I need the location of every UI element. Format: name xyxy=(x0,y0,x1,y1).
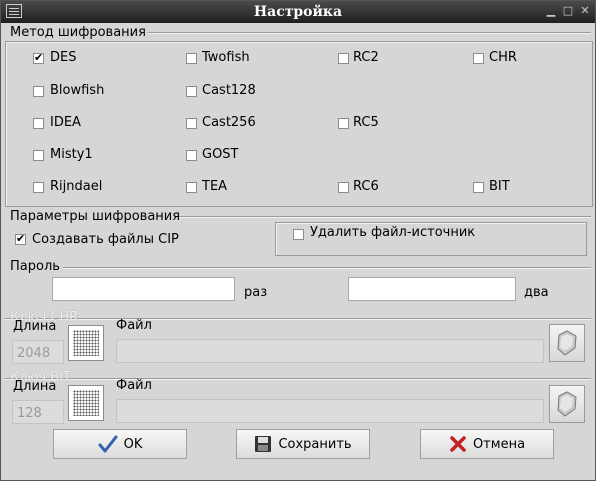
checkmark-icon xyxy=(98,435,118,453)
delete-source-label: Удалить файл-источник xyxy=(310,225,476,240)
password-group-line xyxy=(63,267,591,269)
bit-browse-button[interactable] xyxy=(549,385,585,423)
bit-label: BIT xyxy=(489,179,510,194)
chr-length-input[interactable]: 2048 xyxy=(12,340,64,364)
password-suffix-2: два xyxy=(524,285,549,300)
gost-checkbox[interactable] xyxy=(186,150,197,161)
close-button[interactable]: ✕ xyxy=(579,5,591,17)
bit-key-group-line xyxy=(5,378,591,380)
rc6-label: RC6 xyxy=(353,179,379,194)
save-label: Сохранить xyxy=(278,436,352,452)
misty1-label: Misty1 xyxy=(50,147,93,162)
gost-label: GOST xyxy=(202,147,239,162)
twofish-checkbox[interactable] xyxy=(186,53,197,64)
cast128-checkbox[interactable] xyxy=(186,86,197,97)
rc2-checkbox[interactable] xyxy=(338,53,349,64)
create-cip-label: Создавать файлы CIP xyxy=(32,232,179,247)
save-button[interactable]: Сохранить xyxy=(236,429,370,459)
chr-browse-button[interactable] xyxy=(549,324,585,362)
bit-length-input[interactable]: 128 xyxy=(12,400,64,424)
password-group-label: Пароль xyxy=(10,259,60,274)
cancel-label: Отмена xyxy=(472,436,526,452)
rijndael-checkbox[interactable] xyxy=(33,182,44,193)
bit-length-label: Длина xyxy=(13,379,57,394)
idea-label: IDEA xyxy=(50,115,81,130)
params-group-label: Параметры шифрования xyxy=(10,209,181,224)
floppy-disk-icon xyxy=(255,436,272,452)
chr-key-pattern-icon xyxy=(68,325,104,361)
twofish-label: Twofish xyxy=(202,50,250,65)
tea-checkbox[interactable] xyxy=(186,182,197,193)
idea-checkbox[interactable] xyxy=(33,118,44,129)
chr-key-group-line xyxy=(5,318,591,320)
open-folder-icon xyxy=(557,391,577,417)
cast256-label: Cast256 xyxy=(202,115,256,130)
rc5-checkbox[interactable] xyxy=(338,118,349,129)
method-group-line xyxy=(148,32,591,34)
blowfish-label: Blowfish xyxy=(50,83,105,98)
minimize-button[interactable]: ▁ xyxy=(545,5,557,17)
bit-file-input[interactable] xyxy=(116,399,544,423)
bit-key-pattern-icon xyxy=(68,385,104,421)
chr-file-label: Файл xyxy=(116,318,152,333)
open-folder-icon xyxy=(557,330,577,356)
cast256-checkbox[interactable] xyxy=(186,118,197,129)
cancel-button[interactable]: Отмена xyxy=(420,429,554,459)
settings-window: Настройка ▁ □ ✕ Метод шифрования DES Two… xyxy=(0,0,596,481)
bit-checkbox[interactable] xyxy=(473,182,484,193)
rc2-label: RC2 xyxy=(353,50,379,65)
window-title: Настройка xyxy=(253,4,343,20)
params-group-line xyxy=(179,216,591,218)
rc5-label: RC5 xyxy=(353,115,379,130)
password-input-1[interactable] xyxy=(52,277,235,301)
maximize-button[interactable]: □ xyxy=(562,5,574,17)
bit-file-label: Файл xyxy=(116,378,152,393)
des-label: DES xyxy=(50,50,77,65)
cast128-label: Cast128 xyxy=(202,83,256,98)
password-suffix-1: раз xyxy=(244,285,268,300)
password-input-2[interactable] xyxy=(348,277,516,301)
des-checkbox[interactable] xyxy=(33,51,44,64)
cancel-x-icon xyxy=(450,436,466,452)
method-group-label: Метод шифрования xyxy=(10,25,146,40)
create-cip-checkbox[interactable] xyxy=(15,232,26,245)
rijndael-label: Rijndael xyxy=(50,179,103,194)
blowfish-checkbox[interactable] xyxy=(33,86,44,97)
chr-length-label: Длина xyxy=(13,319,57,334)
delete-source-checkbox[interactable] xyxy=(293,229,304,240)
chr-file-input[interactable] xyxy=(116,339,544,363)
ok-button[interactable]: OK xyxy=(53,429,187,459)
rc6-checkbox[interactable] xyxy=(338,182,349,193)
misty1-checkbox[interactable] xyxy=(33,150,44,161)
chr-checkbox[interactable] xyxy=(473,53,484,64)
ok-label: OK xyxy=(123,436,143,452)
tea-label: TEA xyxy=(202,179,228,194)
title-bar: Настройка ▁ □ ✕ xyxy=(1,1,595,23)
chr-label: CHR xyxy=(489,50,517,65)
